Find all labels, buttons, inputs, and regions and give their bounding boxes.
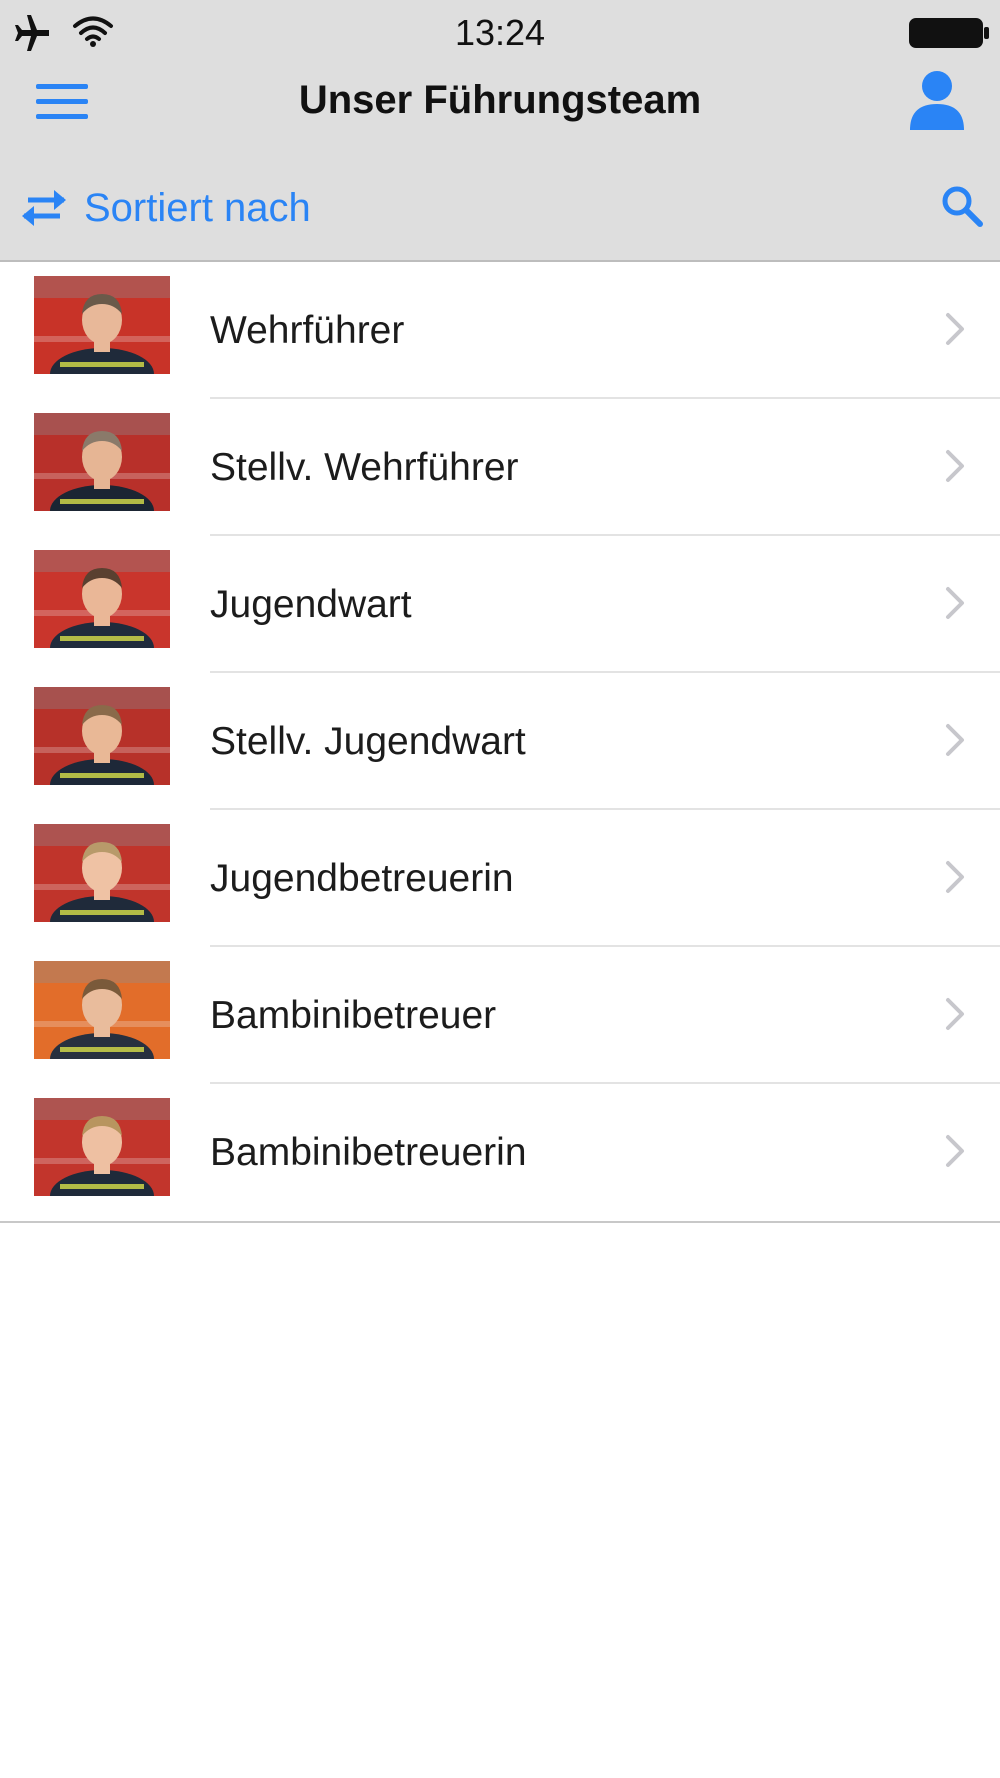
user-icon[interactable] bbox=[906, 68, 968, 134]
list-item[interactable]: Wehrführer bbox=[0, 262, 1000, 399]
sort-bar: Sortiert nach bbox=[0, 170, 1000, 246]
list-item-label: Stellv. Jugendwart bbox=[210, 720, 526, 763]
list-item-label: Jugendwart bbox=[210, 583, 412, 626]
avatar bbox=[34, 824, 170, 922]
sort-button[interactable]: Sortiert nach bbox=[18, 180, 311, 236]
swap-icon bbox=[22, 190, 66, 226]
list-item[interactable]: Jugendwart bbox=[0, 536, 1000, 673]
list-item[interactable]: Bambinibetreuer bbox=[0, 947, 1000, 1084]
navigation-bar: Unser Führungsteam bbox=[0, 62, 1000, 142]
chevron-right-icon bbox=[946, 587, 964, 619]
list-item-label: Bambinibetreuer bbox=[210, 994, 497, 1037]
list-item[interactable]: Bambinibetreuerin bbox=[0, 1084, 1000, 1221]
list-item-label: Wehrführer bbox=[210, 309, 405, 352]
list-item-label: Bambinibetreuerin bbox=[210, 1131, 527, 1174]
page-title: Unser Führungsteam bbox=[298, 78, 702, 122]
avatar bbox=[34, 413, 170, 511]
status-time: 13:24 bbox=[454, 12, 546, 53]
list-item[interactable]: Stellv. Jugendwart bbox=[0, 673, 1000, 810]
status-bar: 13:24 bbox=[0, 0, 1000, 60]
sort-label: Sortiert nach bbox=[84, 185, 311, 230]
avatar bbox=[34, 1098, 170, 1196]
avatar bbox=[34, 550, 170, 648]
list-item[interactable]: Jugendbetreuerin bbox=[0, 810, 1000, 947]
avatar bbox=[34, 961, 170, 1059]
avatar bbox=[34, 687, 170, 785]
team-list: Wehrführer Stellv. Wehrführer Jugendwart St… bbox=[0, 262, 1000, 1223]
chevron-right-icon bbox=[946, 1135, 964, 1167]
avatar bbox=[34, 276, 170, 374]
battery-icon bbox=[909, 18, 989, 48]
chevron-right-icon bbox=[946, 313, 964, 345]
chevron-right-icon bbox=[946, 450, 964, 482]
list-item[interactable]: Stellv. Wehrführer bbox=[0, 399, 1000, 536]
list-item-label: Jugendbetreuerin bbox=[210, 857, 514, 900]
chevron-right-icon bbox=[946, 724, 964, 756]
search-icon[interactable] bbox=[940, 184, 984, 228]
chevron-right-icon bbox=[946, 998, 964, 1030]
top-bar: 13:24 Unser Führungsteam Sortiert nach bbox=[0, 0, 1000, 262]
list-item-label: Stellv. Wehrführer bbox=[210, 446, 519, 489]
chevron-right-icon bbox=[946, 861, 964, 893]
